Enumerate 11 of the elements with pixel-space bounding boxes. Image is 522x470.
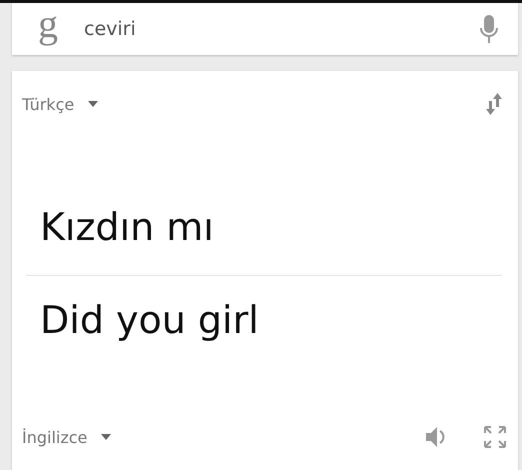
caret-icon — [101, 434, 112, 440]
search-bar[interactable]: g ceviri — [12, 3, 518, 55]
translated-text: Did you girl — [39, 298, 260, 342]
target-language-dropdown[interactable]: İngilizce — [22, 428, 112, 446]
logo: g — [38, 4, 58, 44]
microphone-icon[interactable] — [480, 15, 498, 43]
search-query: ceviri — [84, 18, 137, 40]
source-text: Kızdın mı — [39, 205, 215, 251]
source-language-dropdown[interactable]: Türkçe — [22, 94, 98, 114]
caret-icon — [88, 101, 98, 107]
fullscreen-icon[interactable] — [484, 426, 506, 448]
